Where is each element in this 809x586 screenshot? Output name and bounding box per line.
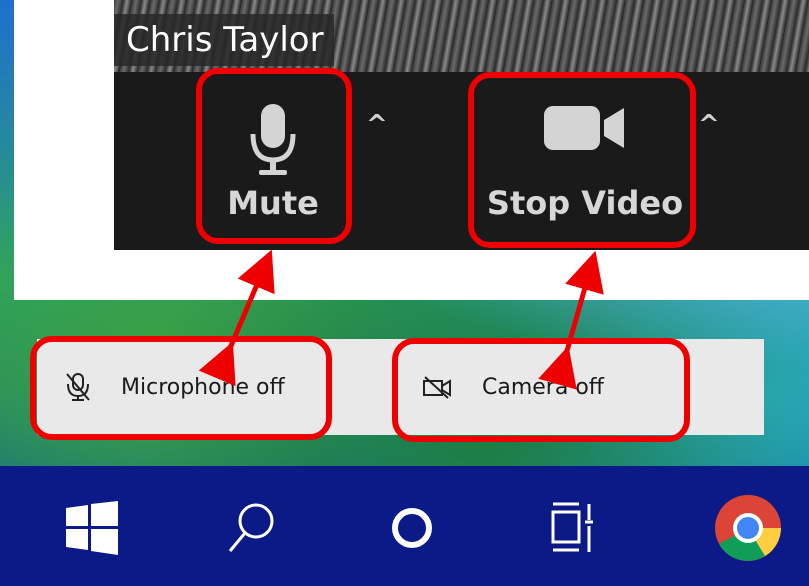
chrome-icon[interactable] bbox=[712, 495, 784, 561]
mute-options-caret-icon[interactable]: ^ bbox=[366, 110, 388, 140]
video-options-caret-icon[interactable]: ^ bbox=[698, 110, 720, 140]
mute-highlight-box bbox=[196, 68, 352, 244]
camera-off-highlight-box bbox=[392, 338, 690, 442]
stop-video-highlight-box bbox=[468, 72, 696, 248]
windows-start-icon[interactable] bbox=[60, 496, 124, 560]
cortana-icon[interactable] bbox=[380, 496, 444, 560]
windows-taskbar bbox=[0, 466, 809, 586]
microphone-off-highlight-box bbox=[30, 336, 332, 440]
screenshot-stage: Chris Taylor Mute ^ Stop Video ^ Microph… bbox=[0, 0, 809, 586]
participant-name-tag: Chris Taylor bbox=[114, 14, 334, 66]
search-icon[interactable] bbox=[220, 496, 284, 560]
task-view-icon[interactable] bbox=[540, 496, 604, 560]
